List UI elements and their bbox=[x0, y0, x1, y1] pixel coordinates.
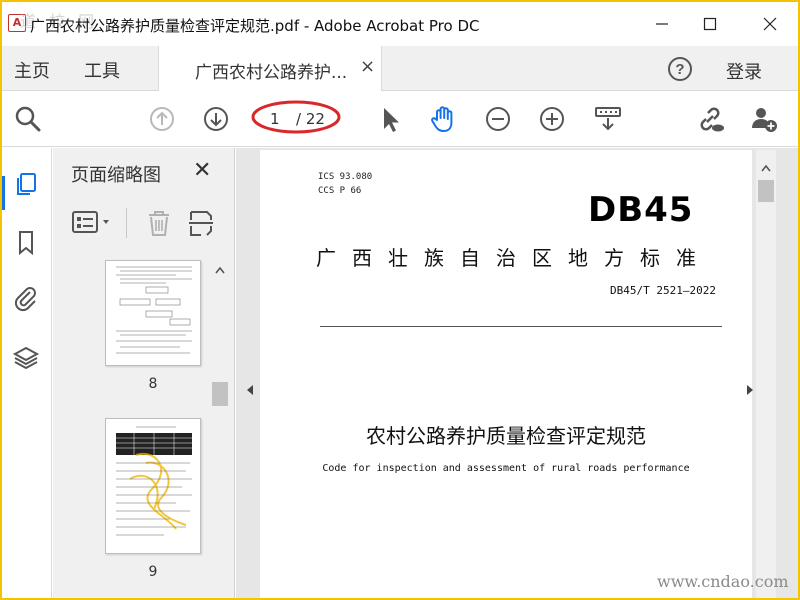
hand-tool-icon[interactable] bbox=[428, 103, 460, 135]
page-thumbnails-panel: 页面缩略图 ✕ 8 9 bbox=[53, 148, 235, 598]
add-user-icon[interactable] bbox=[748, 103, 780, 135]
header-rule bbox=[320, 326, 722, 327]
expand-right-pane-icon[interactable] bbox=[744, 382, 756, 398]
total-pages: / 22 bbox=[296, 110, 325, 128]
thumbnail-page-8[interactable] bbox=[105, 260, 201, 366]
ccs-code: CCS P 66 bbox=[318, 186, 362, 196]
share-link-icon[interactable] bbox=[694, 103, 726, 135]
left-navigation-rail bbox=[2, 148, 52, 598]
thumbnails-scroll-handle[interactable] bbox=[212, 382, 228, 406]
maximize-icon[interactable] bbox=[698, 12, 722, 36]
bookmarks-icon[interactable] bbox=[12, 228, 40, 256]
keyboard-scroll-icon[interactable] bbox=[592, 103, 624, 135]
title-bar: A 道 校 网 广西农村公路养护质量检查评定规范.pdf - Adobe Acr… bbox=[2, 2, 798, 46]
thumbnail-page-9[interactable] bbox=[105, 418, 201, 554]
current-page-input[interactable]: 1 bbox=[270, 110, 280, 128]
acrobat-window: A 道 校 网 广西农村公路养护质量检查评定规范.pdf - Adobe Acr… bbox=[2, 2, 798, 598]
ics-code: ICS 93.080 bbox=[318, 172, 373, 182]
previous-page-icon[interactable] bbox=[146, 103, 178, 135]
thumbnails-panel-title: 页面缩略图 bbox=[71, 165, 161, 186]
document-tab-close-button[interactable]: × bbox=[360, 56, 375, 77]
thumbnails-toolbar bbox=[53, 200, 235, 246]
home-menu[interactable]: 主页 bbox=[14, 57, 50, 83]
document-scroll-handle[interactable] bbox=[758, 180, 774, 202]
scroll-up-arrow-icon[interactable] bbox=[210, 260, 230, 280]
close-window-icon[interactable] bbox=[758, 12, 782, 36]
delete-page-icon[interactable] bbox=[145, 208, 173, 238]
tools-menu[interactable]: 工具 bbox=[84, 57, 120, 83]
thumbnail-options-icon[interactable] bbox=[71, 208, 115, 238]
next-page-icon[interactable] bbox=[200, 103, 232, 135]
thumbnail-page-8-preview bbox=[116, 266, 192, 354]
document-subtitle: Code for inspection and assessment of ru… bbox=[322, 463, 690, 474]
minimize-icon[interactable] bbox=[650, 12, 674, 36]
window-title: 广西农村公路养护质量检查评定规范.pdf - Adobe Acrobat Pro… bbox=[30, 17, 480, 35]
db45-logo: DB45 bbox=[588, 190, 694, 230]
thumbnail-page-9-preview bbox=[116, 426, 192, 536]
document-tab[interactable]: 广西农村公路养护... × bbox=[158, 46, 382, 91]
document-scrollbar[interactable] bbox=[756, 150, 776, 598]
doc-scroll-up-arrow-icon[interactable] bbox=[756, 158, 776, 178]
document-tab-label: 广西农村公路养护... bbox=[195, 63, 348, 83]
watermark-site: www.cndao.com bbox=[657, 572, 789, 591]
zoom-out-icon[interactable] bbox=[482, 103, 514, 135]
pdf-page: ICS 93.080 CCS P 66 DB45 广西壮族自治区地方标准 DB4… bbox=[260, 150, 752, 598]
thumbnails-toolbar-divider bbox=[126, 208, 127, 238]
page-number-box: 1 / 22 bbox=[258, 107, 338, 131]
select-cursor-icon[interactable] bbox=[374, 103, 406, 135]
rotate-page-icon[interactable] bbox=[187, 208, 215, 238]
standard-name: 广西壮族自治区地方标准 bbox=[316, 246, 712, 270]
main-toolbar: 1 / 22 bbox=[2, 91, 798, 147]
thumbnails-scrollbar[interactable] bbox=[210, 260, 230, 598]
tab-bar: 主页 工具 广西农村公路养护... × ? 登录 bbox=[2, 46, 798, 91]
zoom-in-icon[interactable] bbox=[536, 103, 568, 135]
help-icon[interactable]: ? bbox=[666, 55, 694, 83]
document-title: 农村公路养护质量检查评定规范 bbox=[366, 424, 646, 448]
svg-text:?: ? bbox=[675, 61, 684, 78]
zoom-search-icon[interactable] bbox=[12, 103, 44, 135]
collapse-left-pane-icon[interactable] bbox=[244, 382, 256, 398]
rail-active-indicator bbox=[2, 176, 5, 210]
login-link[interactable]: 登录 bbox=[726, 58, 762, 84]
attachments-icon[interactable] bbox=[12, 284, 40, 312]
layers-icon[interactable] bbox=[12, 344, 40, 372]
thumbnails-panel-close-button[interactable]: ✕ bbox=[193, 158, 211, 183]
standard-code: DB45/T 2521—2022 bbox=[610, 284, 716, 297]
page-thumbnails-icon[interactable] bbox=[12, 170, 40, 198]
